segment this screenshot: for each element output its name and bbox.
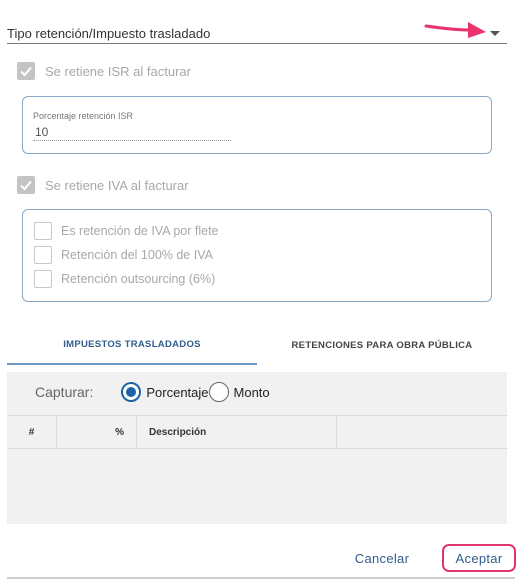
iva-option-label: Retención outsourcing (6%) — [61, 272, 216, 286]
iva-checkbox-label: Se retiene IVA al facturar — [45, 177, 189, 193]
tab-impuestos-trasladados[interactable]: IMPUESTOS TRASLADADOS — [7, 325, 257, 365]
iva-option-100[interactable]: Retención del 100% de IVA — [34, 246, 213, 264]
radio-dot-icon — [126, 387, 137, 397]
iva-option-label: Es retención de IVA por flete — [61, 224, 219, 238]
tab-retenciones-obra-publica[interactable]: RETENCIONES PARA OBRA PÚBLICA — [257, 325, 507, 365]
iva-option-flete[interactable]: Es retención de IVA por flete — [34, 222, 219, 240]
column-header-percent[interactable]: % — [57, 416, 137, 449]
iva-option-label: Retención del 100% de IVA — [61, 248, 213, 262]
isr-checkbox-label: Se retiene ISR al facturar — [45, 63, 191, 79]
iva-options-panel: Es retención de IVA por flete Retención … — [22, 209, 492, 302]
capture-label: Capturar: — [35, 384, 94, 400]
column-header-description[interactable]: Descripción — [137, 416, 337, 449]
caret-down-icon[interactable] — [490, 31, 500, 36]
radio-monto-label[interactable]: Monto — [234, 385, 270, 400]
tab-bar: IMPUESTOS TRASLADADOS RETENCIONES PARA O… — [7, 325, 507, 365]
isr-percentage-label: Porcentaje retención ISR — [33, 111, 134, 121]
cancel-button[interactable]: Cancelar — [346, 546, 418, 570]
capture-panel: Capturar: Porcentaje Monto # % Descripci… — [7, 372, 507, 524]
isr-panel: Porcentaje retención ISR — [22, 96, 492, 154]
column-header-number[interactable]: # — [7, 416, 57, 449]
isr-checkbox[interactable]: Se retiene ISR al facturar — [17, 62, 191, 80]
checkbox-checked-icon[interactable] — [17, 62, 35, 80]
annotation-arrow-icon — [424, 22, 486, 38]
checkbox-empty-icon[interactable] — [34, 270, 52, 288]
isr-percentage-input[interactable] — [33, 123, 231, 141]
radio-porcentaje[interactable] — [121, 382, 142, 402]
iva-option-outsourcing[interactable]: Retención outsourcing (6%) — [34, 270, 215, 288]
checkbox-empty-icon[interactable] — [34, 246, 52, 264]
checkbox-checked-icon[interactable] — [17, 176, 35, 194]
radio-monto[interactable] — [208, 382, 229, 402]
iva-checkbox[interactable]: Se retiene IVA al facturar — [17, 176, 189, 194]
radio-porcentaje-label[interactable]: Porcentaje — [146, 385, 208, 400]
capture-mode-row: Capturar: Porcentaje Monto — [35, 382, 270, 402]
accept-button[interactable]: Aceptar — [442, 544, 516, 572]
select-label: Tipo retención/Impuesto trasladado — [7, 26, 211, 41]
checkbox-empty-icon[interactable] — [34, 222, 52, 240]
table-header: # % Descripción — [7, 415, 507, 449]
